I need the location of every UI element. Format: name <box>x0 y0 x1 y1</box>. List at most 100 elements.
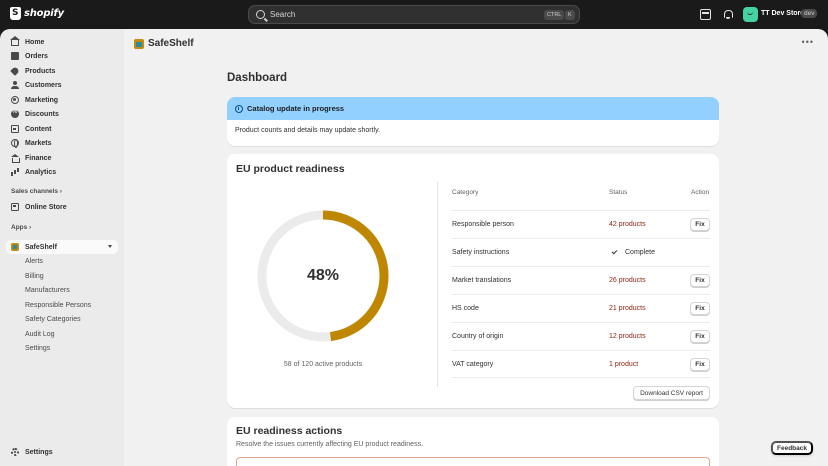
row-category: Responsible person <box>452 221 514 228</box>
bank-icon <box>11 154 20 163</box>
sidebar-item-marketing[interactable]: Marketing <box>6 93 118 107</box>
shopify-bag-icon <box>10 7 21 20</box>
sidebar-item-online-store[interactable]: Online Store <box>6 200 118 214</box>
app-title: SafeShelf <box>148 38 194 49</box>
table-row: Market translations 26 products Fix <box>452 266 710 294</box>
app-title-bar: SafeShelf <box>134 38 194 49</box>
kbd-k: K <box>565 10 575 20</box>
table-row: HS code 21 products Fix <box>452 294 710 322</box>
column-header-status: Status <box>609 189 628 196</box>
bell-icon[interactable] <box>723 9 734 20</box>
info-banner: Catalog update in progress Product count… <box>227 97 719 146</box>
info-icon <box>235 104 243 113</box>
content-icon <box>11 125 19 133</box>
store-name[interactable]: TT Dev Store <box>761 10 804 17</box>
fix-button[interactable]: Fix <box>690 274 710 287</box>
table-row: VAT category 1 product Fix <box>452 350 710 378</box>
row-status[interactable]: 21 products <box>609 305 646 312</box>
chevron-down-icon <box>108 245 112 248</box>
table-row: Responsible person 42 products Fix <box>452 210 710 238</box>
actions-title: EU readiness actions <box>236 425 343 437</box>
actions-subtitle: Resolve the issues currently affecting E… <box>236 441 424 448</box>
sidebar-subitem-settings[interactable]: Settings <box>6 341 118 355</box>
sidebar-subitem-manufacturers[interactable]: Manufacturers <box>6 283 118 297</box>
orders-icon <box>11 52 19 60</box>
row-status[interactable]: 1 product <box>609 361 638 368</box>
store-avatar[interactable] <box>743 7 758 22</box>
row-category: Market translations <box>452 277 512 284</box>
sidebar-item-content[interactable]: Content <box>6 122 118 136</box>
sidebar-item-markets[interactable]: Markets <box>6 136 118 150</box>
fix-button[interactable]: Fix <box>690 330 710 343</box>
target-icon <box>11 96 19 104</box>
online-store-icon <box>11 203 19 211</box>
table-row: Safety instructions Complete <box>452 238 710 266</box>
fix-button[interactable]: Fix <box>690 358 710 371</box>
store-icon[interactable] <box>700 9 711 20</box>
sidebar-item-finance[interactable]: Finance <box>6 151 118 165</box>
actions-list <box>236 457 710 466</box>
sidebar-item-products[interactable]: Products <box>6 64 118 78</box>
sidebar: Home Orders Products Customers Marketing… <box>0 29 124 466</box>
fix-button[interactable]: Fix <box>690 218 710 231</box>
globe-icon <box>11 139 19 148</box>
sidebar-item-discounts[interactable]: Discounts <box>6 107 118 121</box>
apps-label[interactable]: Apps › <box>11 224 31 231</box>
shopify-logo[interactable]: shopify <box>10 7 64 20</box>
sidebar-item-home[interactable]: Home <box>6 35 118 49</box>
sidebar-item-label: Discounts <box>25 110 59 118</box>
actions-card: EU readiness actions Resolve the issues … <box>227 417 719 466</box>
top-bar: shopify Search CTRL K TT Dev Store dev <box>0 0 828 29</box>
fix-button[interactable]: Fix <box>690 302 710 315</box>
row-category: VAT category <box>452 361 494 368</box>
sidebar-item-label: Home <box>25 38 45 46</box>
search-bar[interactable]: Search CTRL K <box>248 5 580 24</box>
sidebar-item-label: Settings <box>25 448 53 456</box>
sales-channels-label[interactable]: Sales channels › <box>11 188 62 195</box>
safeshelf-app-icon <box>11 243 19 251</box>
table-row: Country of origin 12 products Fix <box>452 322 710 350</box>
readiness-title: EU product readiness <box>236 163 345 175</box>
row-status[interactable]: 26 products <box>609 277 646 284</box>
row-status-complete: Complete <box>611 248 655 256</box>
tag-icon <box>10 66 20 76</box>
sidebar-item-settings[interactable]: Settings <box>6 445 118 459</box>
banner-header: Catalog update in progress <box>227 97 719 120</box>
row-category: Country of origin <box>452 333 504 340</box>
home-icon <box>10 36 20 46</box>
sidebar-subitem-billing[interactable]: Billing <box>6 269 118 283</box>
search-icon <box>256 10 265 19</box>
brand-text: shopify <box>24 8 64 19</box>
sidebar-item-analytics[interactable]: Analytics <box>6 165 118 179</box>
gear-icon <box>11 448 19 456</box>
sidebar-item-label: Markets <box>25 139 52 147</box>
sidebar-item-safeshelf[interactable]: SafeShelf <box>6 240 118 254</box>
vertical-divider <box>437 182 438 387</box>
sidebar-subitem-responsible-persons[interactable]: Responsible Persons <box>6 298 118 312</box>
column-header-category: Category <box>452 189 479 196</box>
sidebar-item-customers[interactable]: Customers <box>6 78 118 92</box>
sidebar-subitem-alerts[interactable]: Alerts <box>6 254 118 268</box>
column-header-action: Action <box>691 189 710 196</box>
donut-percent: 48% <box>306 267 340 284</box>
more-actions-icon[interactable]: ••• <box>802 37 814 47</box>
sidebar-subitem-audit-log[interactable]: Audit Log <box>6 327 118 341</box>
download-csv-button[interactable]: Download CSV report <box>633 386 710 400</box>
feedback-button[interactable]: Feedback <box>771 441 813 455</box>
sidebar-subitem-safety-categories[interactable]: Safety Categories <box>6 312 118 326</box>
safeshelf-logo-icon <box>134 38 144 49</box>
row-status[interactable]: 42 products <box>609 221 646 228</box>
page-title: Dashboard <box>227 72 288 84</box>
person-icon <box>11 81 19 89</box>
search-placeholder: Search <box>270 10 296 19</box>
sidebar-item-orders[interactable]: Orders <box>6 49 118 63</box>
row-category: HS code <box>452 305 479 312</box>
row-status[interactable]: 12 products <box>609 333 646 340</box>
row-category: Safety instructions <box>452 249 510 256</box>
chart-icon <box>11 168 19 176</box>
kbd-ctrl: CTRL <box>544 10 565 20</box>
check-icon <box>611 248 618 255</box>
sidebar-item-label: Content <box>25 125 52 133</box>
sidebar-item-label: Marketing <box>25 96 59 104</box>
sidebar-item-label: Analytics <box>25 168 57 176</box>
